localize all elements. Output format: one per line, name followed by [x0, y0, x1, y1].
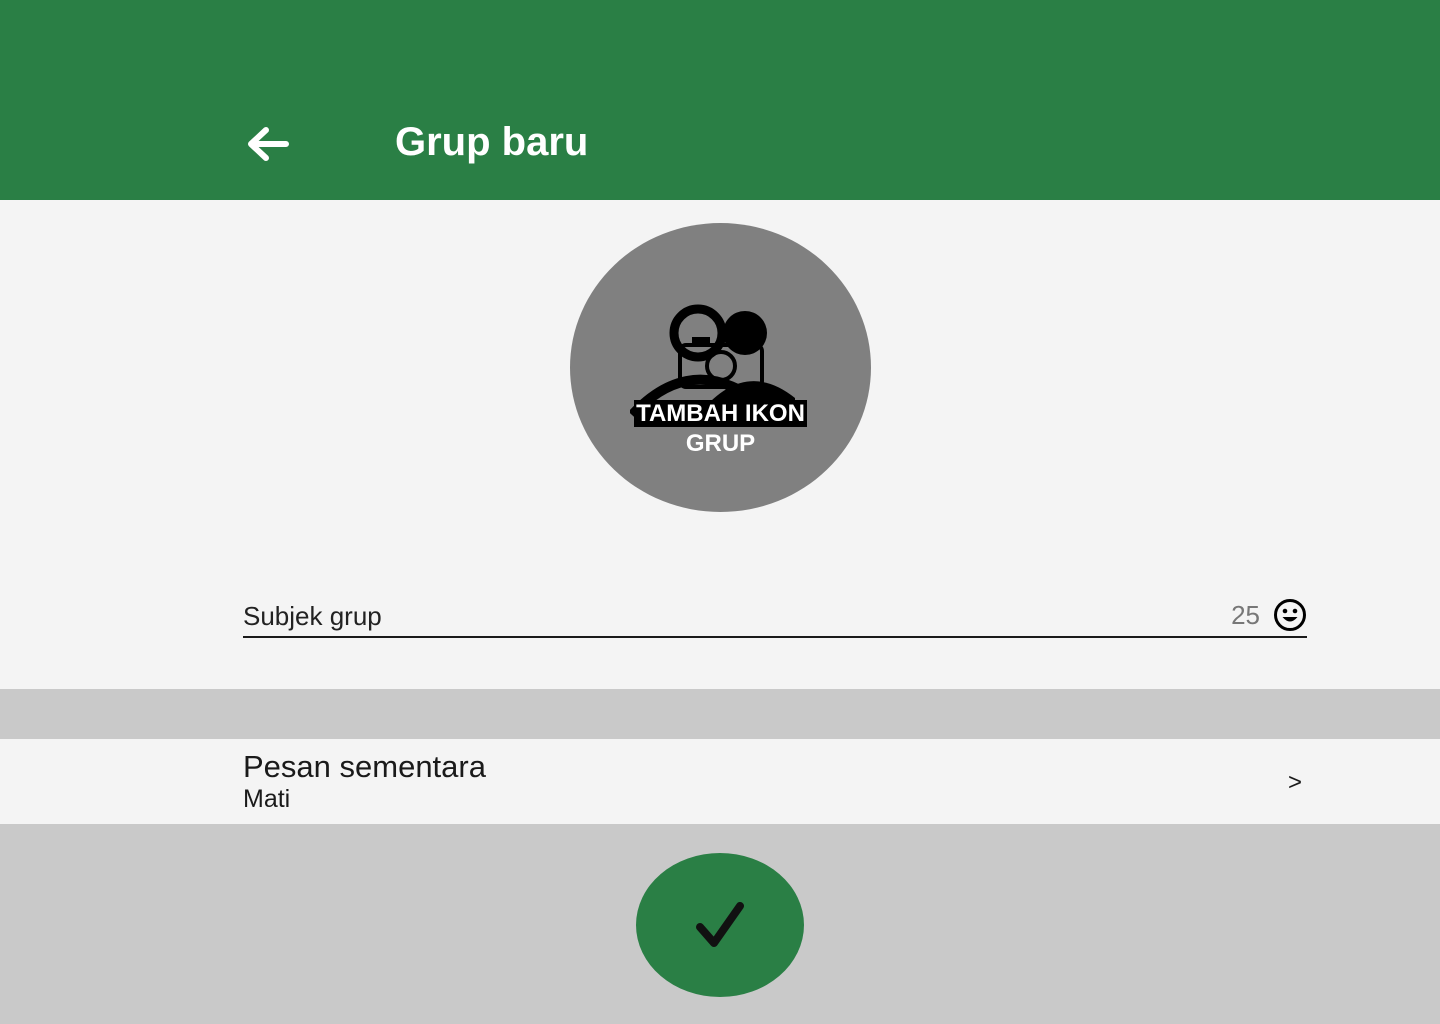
chevron-right-icon: >: [1288, 769, 1303, 796]
confirm-button[interactable]: [636, 853, 804, 997]
emoji-button[interactable]: [1273, 598, 1307, 632]
smiley-icon: [1274, 599, 1306, 631]
bottom-area: [0, 824, 1440, 1024]
disappearing-messages-row[interactable]: Pesan sementara Mati >: [0, 739, 1440, 824]
char-counter: 25: [1231, 600, 1260, 630]
page-title: Grup baru: [395, 120, 589, 164]
add-group-icon-button[interactable]: TAMBAH IKON GRUP: [570, 223, 871, 512]
app-header: Grup baru: [0, 0, 1440, 200]
add-group-icon-label: TAMBAH IKON GRUP: [634, 400, 807, 457]
checkmark-icon: [696, 902, 744, 947]
section-divider: [0, 689, 1440, 739]
arrow-left-icon: [248, 127, 289, 161]
group-subject-input[interactable]: [243, 596, 1203, 636]
disappearing-messages-title: Pesan sementara: [243, 749, 486, 784]
back-button[interactable]: [244, 122, 290, 168]
disappearing-messages-value: Mati: [243, 785, 291, 813]
group-subject-field: 25: [243, 596, 1307, 638]
